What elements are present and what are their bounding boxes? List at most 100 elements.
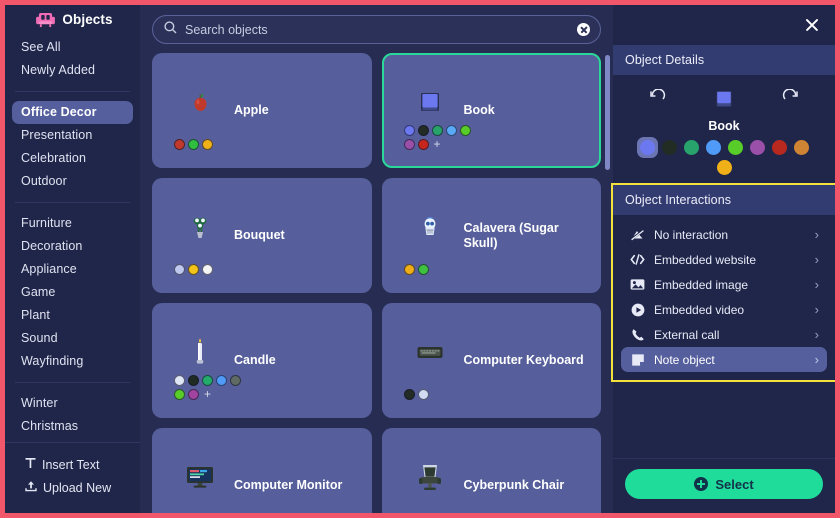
object-card-label: Candle: [234, 353, 276, 367]
color-swatch[interactable]: [417, 389, 429, 400]
object-card-computer-monitor[interactable]: Computer Monitor: [152, 428, 372, 513]
palette-swatch[interactable]: [683, 140, 699, 155]
close-icon[interactable]: [803, 16, 821, 34]
color-swatch[interactable]: [417, 264, 429, 275]
palette-swatch[interactable]: [705, 140, 721, 155]
plus-circle-icon: [694, 477, 709, 491]
color-swatch[interactable]: [188, 375, 199, 386]
palette-swatch[interactable]: [661, 140, 677, 155]
image-icon: [630, 277, 645, 292]
chevron-right-icon: ›: [814, 326, 819, 342]
color-swatch[interactable]: [403, 389, 415, 400]
color-swatch[interactable]: [202, 264, 213, 275]
sidebar-item-see-all[interactable]: See All: [12, 36, 133, 59]
interaction-item-no-interaction[interactable]: No interaction ›: [621, 222, 827, 247]
clear-icon[interactable]: [577, 23, 590, 36]
color-swatch[interactable]: [188, 139, 199, 150]
sidebar-item-christmas[interactable]: Christmas: [12, 415, 133, 438]
sidebar-item-celebration[interactable]: Celebration: [12, 147, 133, 170]
color-swatch[interactable]: [445, 125, 457, 136]
sidebar-item-office-decor[interactable]: Office Decor: [12, 101, 133, 124]
interaction-label: Embedded video: [654, 302, 745, 317]
interaction-item-embedded-video[interactable]: Embedded video ›: [621, 297, 827, 322]
select-button[interactable]: Select: [625, 469, 823, 499]
sidebar-item-game[interactable]: Game: [12, 281, 133, 304]
sidebar-item-wayfinding[interactable]: Wayfinding: [12, 350, 133, 373]
card-swatches: +: [403, 125, 479, 150]
sidebar-item-plant[interactable]: Plant: [12, 304, 133, 327]
search-input[interactable]: Search objects: [152, 15, 601, 44]
interaction-item-embedded-website[interactable]: Embedded website ›: [621, 247, 827, 272]
object-card-computer-keyboard[interactable]: Computer Keyboard: [381, 303, 601, 418]
more-colors-button[interactable]: +: [432, 138, 443, 150]
object-details-name: Book: [708, 119, 740, 133]
rotate-right-icon[interactable]: [781, 88, 801, 109]
palette-swatch[interactable]: [793, 140, 809, 155]
palette-swatch[interactable]: [629, 160, 819, 175]
play-icon: [630, 302, 645, 317]
sidebar-divider: [15, 202, 130, 203]
object-card-label: Cyberpunk Chair: [463, 478, 565, 492]
palette-swatch[interactable]: [749, 140, 765, 155]
color-swatch[interactable]: [202, 139, 213, 150]
palette-swatch[interactable]: [771, 140, 787, 155]
color-swatch[interactable]: [417, 139, 429, 150]
sidebar-item-newly-added[interactable]: Newly Added: [12, 59, 133, 82]
rotate-left-icon[interactable]: [647, 88, 667, 109]
color-swatch[interactable]: [174, 389, 185, 400]
color-swatch[interactable]: [188, 264, 199, 275]
color-swatch[interactable]: [459, 125, 471, 136]
color-swatch[interactable]: [403, 264, 415, 275]
color-swatch[interactable]: [174, 264, 185, 275]
object-card-cyberpunk-chair[interactable]: Cyberpunk Chair: [381, 428, 601, 513]
interaction-item-note-object[interactable]: Note object ›: [621, 347, 827, 372]
sidebar-item-winter[interactable]: Winter: [12, 392, 133, 415]
chevron-right-icon: ›: [814, 226, 819, 242]
color-swatch[interactable]: [403, 125, 415, 136]
color-swatch[interactable]: [216, 375, 227, 386]
search-bar-container: Search objects: [140, 5, 613, 53]
object-card-bouquet[interactable]: Bouquet: [152, 178, 372, 293]
sidebar-item-appliance[interactable]: Appliance: [12, 258, 133, 281]
chevron-right-icon: ›: [814, 251, 819, 267]
sidebar-item-furniture[interactable]: Furniture: [12, 212, 133, 235]
sidebar-item-presentation[interactable]: Presentation: [12, 124, 133, 147]
palette-swatch[interactable]: [727, 140, 743, 155]
color-swatch[interactable]: [188, 389, 199, 400]
object-card-label: Computer Keyboard: [463, 353, 584, 367]
color-swatch[interactable]: [174, 375, 185, 386]
color-swatch[interactable]: [417, 125, 429, 136]
color-swatch[interactable]: [431, 125, 443, 136]
interaction-item-external-call[interactable]: External call ›: [621, 322, 827, 347]
object-card-label: Book: [463, 103, 495, 117]
palette-swatch-selected[interactable]: [636, 137, 658, 158]
color-swatch[interactable]: [174, 139, 185, 150]
sofa-icon: [36, 12, 56, 28]
color-swatch[interactable]: [230, 375, 241, 386]
sidebar-item-decoration[interactable]: Decoration: [12, 235, 133, 258]
color-swatch[interactable]: [202, 375, 213, 386]
insert-text-button[interactable]: Insert Text: [5, 453, 140, 476]
more-colors-button[interactable]: +: [202, 388, 213, 400]
interaction-item-embedded-image[interactable]: Embedded image ›: [621, 272, 827, 297]
object-card-apple[interactable]: Apple: [152, 53, 372, 168]
sidebar-header: Objects: [5, 5, 140, 34]
sidebar-footer: Insert Text Upload New: [5, 442, 140, 513]
object-card-book[interactable]: Book +: [381, 53, 601, 168]
sidebar-item-outdoor[interactable]: Outdoor: [12, 170, 133, 193]
sidebar-nav: See All Newly Added Office Decor Present…: [5, 34, 140, 442]
upload-new-button[interactable]: Upload New: [5, 476, 140, 499]
object-card-calavera[interactable]: Calavera (Sugar Skull): [381, 178, 601, 293]
sidebar-title: Objects: [62, 12, 113, 27]
objects-main-area: Search objects Apple Book + Bouquet Cala…: [140, 5, 613, 513]
grid-scrollbar[interactable]: [605, 55, 610, 170]
sidebar-item-sound[interactable]: Sound: [12, 327, 133, 350]
card-swatches: [174, 139, 249, 150]
book-thumb: [414, 86, 446, 118]
sidebar-group: Office Decor Presentation Celebration Ou…: [5, 99, 140, 197]
object-card-candle[interactable]: Candle +: [152, 303, 372, 418]
sidebar-group: Winter Christmas: [5, 390, 140, 442]
book-thumb: [714, 89, 734, 109]
chevron-right-icon: ›: [814, 276, 819, 292]
color-swatch[interactable]: [403, 139, 415, 150]
